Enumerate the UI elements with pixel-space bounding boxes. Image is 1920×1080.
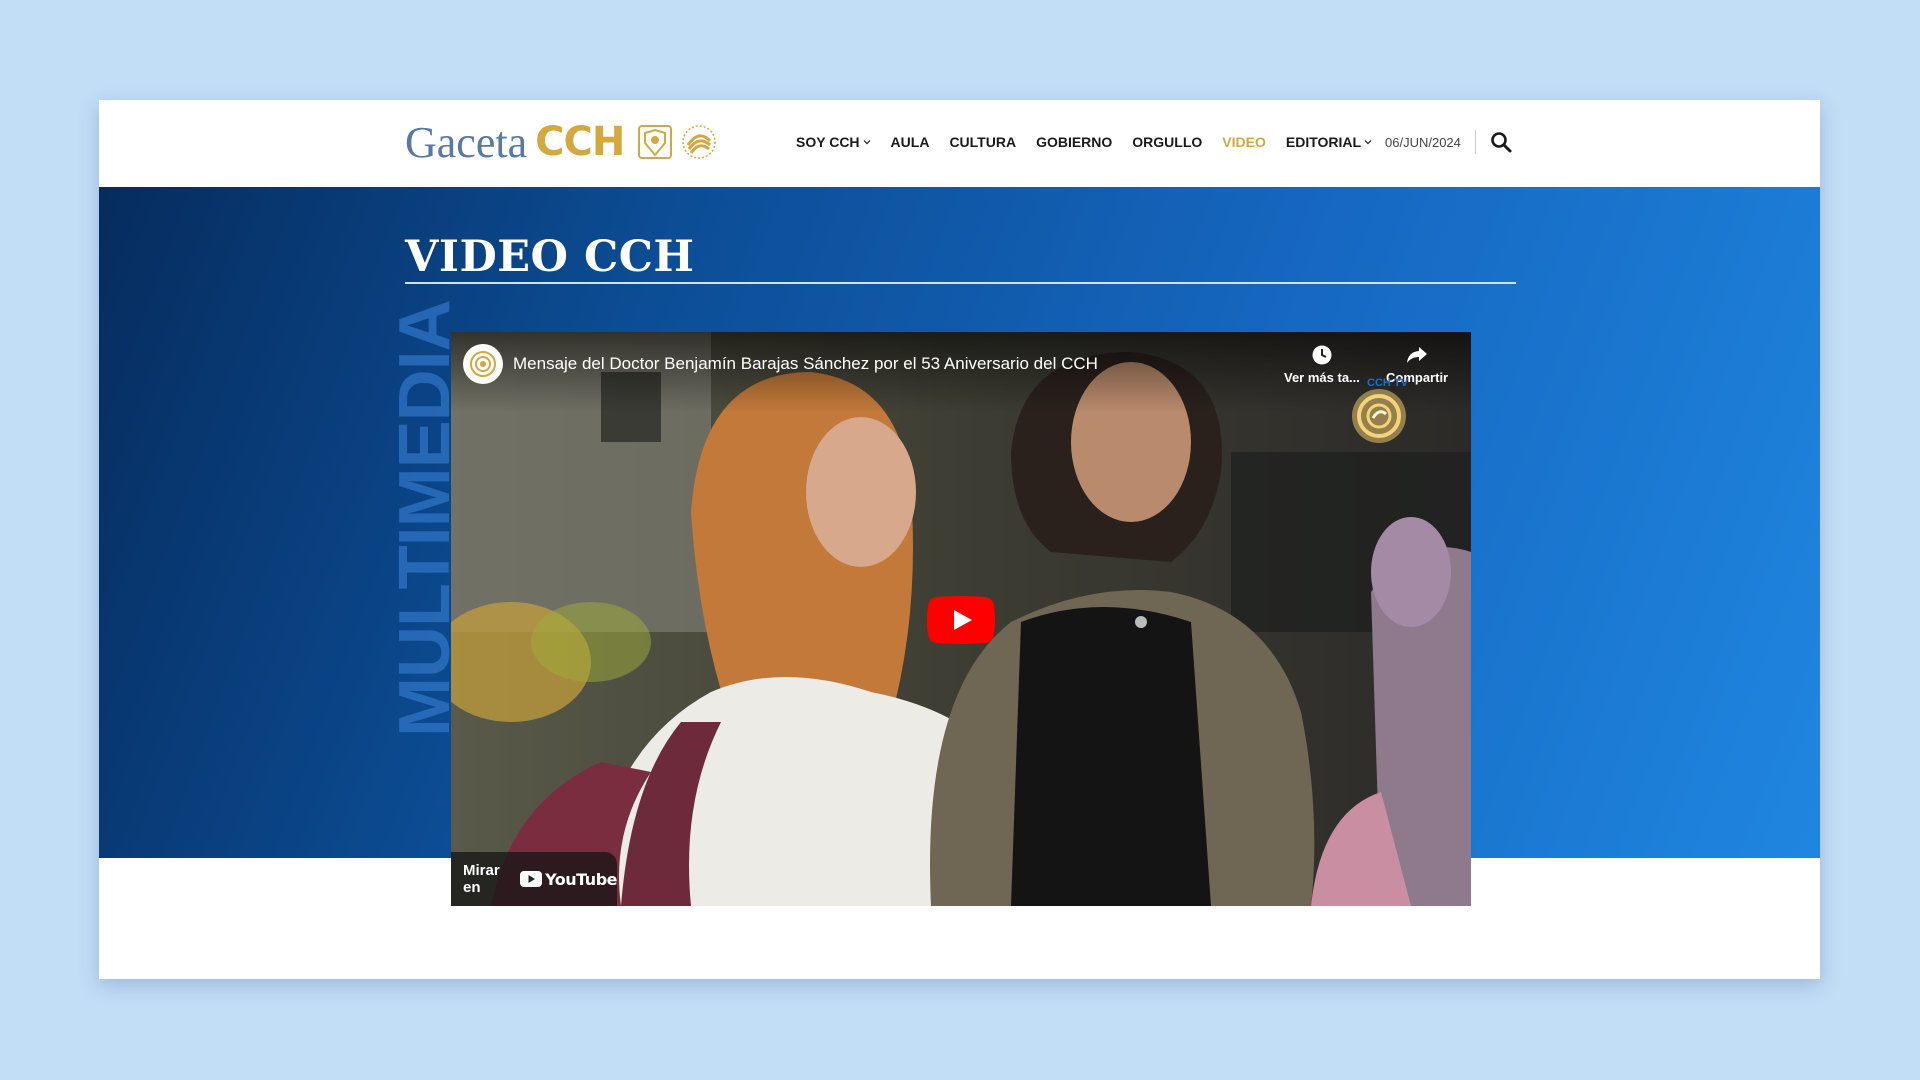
site-header: Gaceta CCH SOY CCH AULA CULTURA GOBIERNO…: [99, 100, 1820, 187]
current-date: 06/JUN/2024: [1385, 135, 1461, 150]
unam-seal-icon: [638, 125, 673, 159]
nav-item-label: ORGULLO: [1132, 134, 1203, 150]
page-title: VIDEO CCH: [405, 232, 695, 282]
youtube-wordmark: YouTube: [545, 869, 617, 889]
logo-brand: CCH: [535, 119, 625, 165]
nav-item-aula[interactable]: AULA: [891, 134, 930, 150]
nav-item-orgullo[interactable]: ORGULLO: [1132, 134, 1202, 150]
nav-item-video[interactable]: VIDEO: [1222, 134, 1266, 150]
nav-item-label: GOBIERNO: [1036, 134, 1113, 150]
channel-watermark: CCH TV: [1352, 377, 1409, 443]
nav-item-editorial[interactable]: EDITORIAL: [1286, 134, 1372, 150]
watermark-text: CCH TV: [1367, 377, 1409, 389]
browser-page: Gaceta CCH SOY CCH AULA CULTURA GOBIERNO…: [99, 100, 1820, 979]
title-underline: [405, 282, 1516, 284]
youtube-icon: [520, 871, 543, 887]
nav-item-label: SOY CCH: [796, 134, 860, 150]
play-button[interactable]: [927, 596, 995, 644]
main-nav: SOY CCH AULA CULTURA GOBIERNO ORGULLO VI…: [796, 134, 1392, 150]
chevron-down-icon: [863, 140, 870, 145]
nav-item-label: AULA: [890, 134, 930, 150]
logo-word: Gaceta: [405, 117, 528, 167]
share-icon: [1407, 347, 1428, 363]
nav-item-cultura[interactable]: CULTURA: [949, 134, 1016, 150]
site-logo[interactable]: Gaceta CCH: [405, 117, 718, 167]
nav-item-label: EDITORIAL: [1285, 134, 1362, 150]
search-icon[interactable]: [1489, 130, 1513, 154]
channel-avatar[interactable]: [463, 344, 503, 384]
youtube-logo: YouTube: [520, 870, 617, 889]
header-divider: [1475, 130, 1476, 154]
watch-on-youtube-button[interactable]: Mirar en YouTube: [451, 852, 617, 906]
video-title[interactable]: Mensaje del Doctor Benjamín Barajas Sánc…: [513, 354, 1098, 374]
nav-item-label: VIDEO: [1222, 134, 1266, 150]
cch-seal-icon: [682, 125, 717, 159]
clock-icon: [1312, 345, 1332, 365]
nav-item-soy-cch[interactable]: SOY CCH: [796, 134, 871, 150]
channel-logo-icon: [470, 351, 496, 377]
chevron-down-icon: [1364, 140, 1372, 145]
watch-on-label: Mirar en: [463, 862, 500, 896]
nav-item-label: CULTURA: [949, 134, 1017, 150]
nav-item-gobierno[interactable]: GOBIERNO: [1036, 134, 1112, 150]
video-player[interactable]: Mensaje del Doctor Benjamín Barajas Sánc…: [451, 332, 1471, 906]
